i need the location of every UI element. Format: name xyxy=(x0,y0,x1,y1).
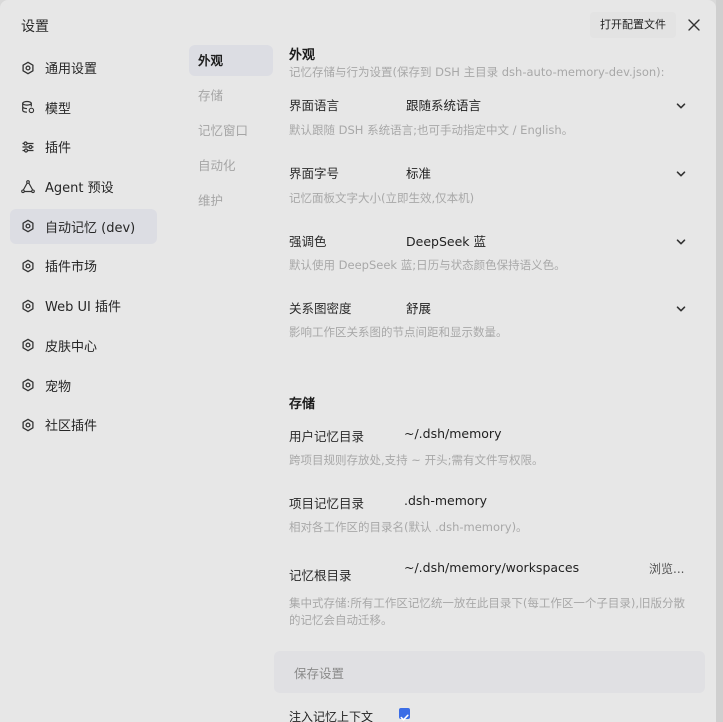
sidebar-item-4[interactable]: 自动记忆 (dev) xyxy=(10,208,157,244)
chevron-down-icon[interactable] xyxy=(675,97,687,109)
sidebar-item-label: Web UI 插件 xyxy=(45,300,121,316)
gear-icon xyxy=(21,259,35,273)
sidebar-item-label: 皮肤中心 xyxy=(45,339,98,355)
gear-icon xyxy=(21,418,35,432)
save-bar: 保存设置 xyxy=(274,651,705,693)
chevron-down-icon[interactable] xyxy=(675,233,687,245)
window-edge xyxy=(716,0,723,722)
gear-icon xyxy=(21,61,35,75)
language-desc: 默认跟随 DSH 系统语言;也可手动指定中文 / English。 xyxy=(289,123,574,137)
sidebar-item-3[interactable]: Agent 预设 xyxy=(10,169,157,204)
section-title-storage: 存储 xyxy=(289,397,316,412)
language-select[interactable]: 跟随系统语言 xyxy=(406,95,481,114)
section-tab-0[interactable]: 外观 xyxy=(189,45,273,76)
sidebar-item-0[interactable]: 通用设置 xyxy=(10,50,157,85)
memory-root-dir-label: 记忆根目录 xyxy=(289,568,352,583)
sidebar-item-label: 插件 xyxy=(45,141,72,157)
memory-root-dir-desc: 集中式存储:所有工作区记忆统一放在此目录下(每工作区一个子目录),旧版分散的记忆… xyxy=(289,596,685,627)
sidebar-item-2[interactable]: 插件 xyxy=(10,129,157,164)
gear-icon xyxy=(21,299,35,313)
sidebar-item-label: 社区插件 xyxy=(45,419,98,435)
sidebar-item-8[interactable]: 宠物 xyxy=(10,368,157,403)
gear-icon xyxy=(21,338,35,352)
font-size-desc: 记忆面板文字大小(立即生效,仅本机) xyxy=(289,191,475,205)
accent-label: 强调色 xyxy=(289,234,327,249)
browse-button[interactable]: 浏览... xyxy=(649,560,684,577)
section-tab-1[interactable]: 存储 xyxy=(189,80,273,111)
section-tab-2[interactable]: 记忆窗口 xyxy=(189,115,273,146)
project-memory-dir-desc: 相对各工作区的目录名(默认 .dsh-memory)。 xyxy=(289,520,528,534)
memory-root-dir-input[interactable]: ~/.dsh/memory/workspaces xyxy=(404,560,579,575)
chevron-down-icon[interactable] xyxy=(675,165,687,177)
sidebar-item-label: 模型 xyxy=(45,101,72,117)
settings-nav: 通用设置模型插件 Agent 预设自动记忆 (dev) 插件市场 Web UI 插件皮… xyxy=(10,50,157,447)
sidebar-item-7[interactable]: 皮肤中心 xyxy=(10,328,157,363)
settings-dialog: 设置 打开配置文件 通用设置 模型 插件 Agent 预设 自动记忆 (dev) 插件市场… xyxy=(0,0,716,722)
sliders-icon xyxy=(21,140,35,154)
sidebar-item-label: 自动记忆 (dev) xyxy=(45,220,136,236)
settings-content: 外观 记忆存储与行为设置(保存到 DSH 主目录 dsh-auto-memory… xyxy=(289,0,689,722)
font-size-select[interactable]: 标准 xyxy=(406,163,431,182)
agent-icon xyxy=(21,179,35,194)
font-size-label: 界面字号 xyxy=(289,166,340,181)
language-label: 界面语言 xyxy=(289,98,340,113)
sidebar-item-9[interactable]: 社区插件 xyxy=(10,407,157,442)
inject-context-checkbox[interactable] xyxy=(399,708,410,721)
section-nav: 外观存储记忆窗口自动化维护 xyxy=(189,45,273,220)
sidebar-item-5[interactable]: 插件市场 xyxy=(10,248,157,283)
graph-density-select[interactable]: 舒展 xyxy=(406,298,431,317)
user-memory-dir-input[interactable]: ~/.dsh/memory xyxy=(404,426,501,441)
sidebar-item-label: 通用设置 xyxy=(45,62,98,77)
sidebar-item-label: 插件市场 xyxy=(45,260,98,276)
section-tab-4[interactable]: 维护 xyxy=(189,185,273,216)
chevron-down-icon[interactable] xyxy=(675,300,687,312)
inject-context-label: 注入记忆上下文 xyxy=(289,710,374,722)
accent-desc: 默认使用 DeepSeek 蓝;日历与状态颜色保持语义色。 xyxy=(289,258,566,272)
sidebar-item-1[interactable]: 模型 xyxy=(10,90,157,125)
gear-icon xyxy=(21,378,35,392)
user-memory-dir-label: 用户记忆目录 xyxy=(289,429,365,444)
graph-density-label: 关系图密度 xyxy=(289,301,352,316)
section-title-appearance: 外观 xyxy=(289,48,316,63)
section-tab-3[interactable]: 自动化 xyxy=(189,150,273,181)
dialog-title: 设置 xyxy=(21,19,49,35)
section-desc-appearance: 记忆存储与行为设置(保存到 DSH 主目录 dsh-auto-memory-de… xyxy=(289,65,665,79)
project-memory-dir-input[interactable]: .dsh-memory xyxy=(404,493,487,508)
sidebar-item-label: Agent 预设 xyxy=(45,181,114,197)
user-memory-dir-desc: 跨项目规则存放处,支持 ~ 开头;需有文件写权限。 xyxy=(289,453,544,467)
project-memory-dir-label: 项目记忆目录 xyxy=(289,496,365,511)
database-icon xyxy=(21,100,35,114)
gear-icon xyxy=(21,219,35,233)
sidebar-item-label: 宠物 xyxy=(45,379,72,395)
save-settings-button[interactable]: 保存设置 xyxy=(294,663,344,682)
graph-density-desc: 影响工作区关系图的节点间距和显示数量。 xyxy=(289,325,508,339)
accent-select[interactable]: DeepSeek 蓝 xyxy=(406,231,486,250)
sidebar-item-6[interactable]: Web UI 插件 xyxy=(10,288,157,323)
